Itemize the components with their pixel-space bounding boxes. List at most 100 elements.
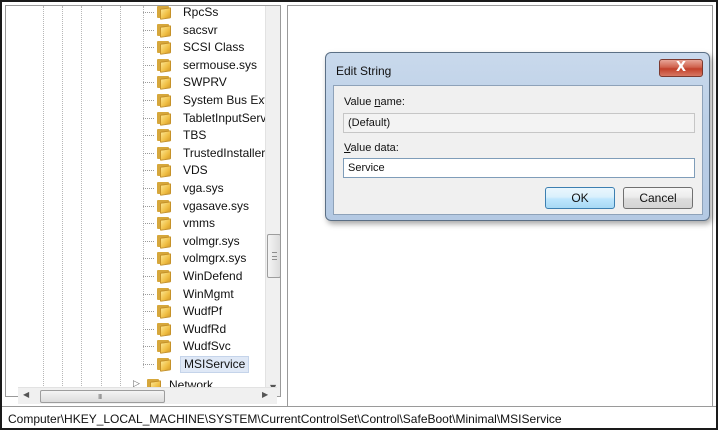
tree-item[interactable]: VDS xyxy=(6,162,266,179)
folder-icon xyxy=(156,181,172,196)
tree-connector xyxy=(143,170,154,171)
tree-item[interactable]: WinMgmt xyxy=(6,286,266,303)
folder-icon xyxy=(156,75,172,90)
folder-icon xyxy=(156,6,172,20)
tree-item[interactable]: volmgr.sys xyxy=(6,233,266,250)
scrollbar-thumb[interactable] xyxy=(267,234,280,278)
tree-item[interactable]: SWPRV xyxy=(6,74,266,91)
dialog-body: Value name: (Default) Value data: Servic… xyxy=(333,85,703,215)
tree-connector xyxy=(143,364,154,365)
tree-connector xyxy=(143,294,154,295)
tree-connector xyxy=(143,329,154,330)
tree-item-label: vgasave.sys xyxy=(183,199,250,213)
tree-item[interactable]: sermouse.sys xyxy=(6,57,266,74)
folder-icon xyxy=(156,287,172,302)
tree-item-label: TrustedInstaller xyxy=(183,146,266,160)
folder-icon xyxy=(156,339,172,354)
tree-connector xyxy=(143,223,154,224)
folder-icon xyxy=(156,128,172,143)
tree-item-label: SWPRV xyxy=(183,75,227,89)
tree-item-label: WudfSvc xyxy=(183,339,231,353)
scrollbar-thumb[interactable]: III xyxy=(40,390,165,403)
tree-connector xyxy=(143,82,154,83)
tree-item[interactable]: TrustedInstaller xyxy=(6,145,266,162)
folder-icon xyxy=(156,304,172,319)
tree-item[interactable]: vmms xyxy=(6,215,266,232)
tree-item-label: VDS xyxy=(183,163,208,177)
tree-item-label: WinMgmt xyxy=(183,287,234,301)
folder-icon xyxy=(156,357,172,372)
dialog-title: Edit String xyxy=(336,64,392,78)
tree-connector xyxy=(143,206,154,207)
tree-item-label: TabletInputServ xyxy=(183,111,267,125)
folder-icon xyxy=(156,234,172,249)
tree-item[interactable]: WudfPf xyxy=(6,303,266,320)
folder-icon xyxy=(156,23,172,38)
tree-connector xyxy=(143,153,154,154)
folder-icon xyxy=(156,146,172,161)
folder-icon xyxy=(156,111,172,126)
cancel-button[interactable]: Cancel xyxy=(623,187,693,209)
tree-item-label: sacsvr xyxy=(183,23,218,37)
tree-item[interactable]: sacsvr xyxy=(6,22,266,39)
tree-item[interactable]: System Bus Exte xyxy=(6,92,274,109)
close-icon: X xyxy=(675,60,687,75)
folder-icon xyxy=(156,58,172,73)
registry-tree[interactable]: RpcSs sacsvr SCSI Class sermouse.sys SWPRV Sy… xyxy=(5,5,281,397)
folder-icon xyxy=(156,199,172,214)
value-data-label: Value data: xyxy=(344,142,399,154)
tree-item[interactable]: WinDefend xyxy=(6,268,266,285)
tree-item[interactable]: WudfRd xyxy=(6,321,266,338)
tree-item-label: WudfPf xyxy=(183,304,223,318)
value-name-label: Value name: xyxy=(344,96,405,108)
tree-item-label: RpcSs xyxy=(183,5,219,19)
tree-connector xyxy=(143,135,154,136)
value-name-field: (Default) xyxy=(343,113,695,133)
folder-icon xyxy=(156,93,172,108)
scrollbar-grip: III xyxy=(98,393,102,401)
tree-connector xyxy=(143,258,154,259)
tree-connector xyxy=(143,30,154,31)
close-button[interactable]: X xyxy=(659,59,703,77)
tree-connector xyxy=(143,241,154,242)
folder-icon xyxy=(156,251,172,266)
tree-item-label: volmgr.sys xyxy=(183,234,240,248)
tree-item[interactable]: volmgrx.sys xyxy=(6,250,266,267)
tree-connector xyxy=(143,12,154,13)
ok-button[interactable]: OK xyxy=(545,187,615,209)
tree-connector xyxy=(143,100,154,101)
registry-editor-window: RpcSs sacsvr SCSI Class sermouse.sys SWPRV Sy… xyxy=(0,0,718,430)
folder-icon xyxy=(156,216,172,231)
tree-connector xyxy=(143,346,154,347)
registry-path: Computer\HKEY_LOCAL_MACHINE\SYSTEM\Curre… xyxy=(8,412,562,426)
tree-item-label: MSIService xyxy=(179,356,250,373)
tree-connector xyxy=(143,118,154,119)
tree-item[interactable]: vga.sys xyxy=(6,180,266,197)
scroll-right-arrow-icon[interactable]: ▶ xyxy=(262,390,268,399)
tree-item[interactable]: WudfSvc xyxy=(6,338,266,355)
tree-item[interactable]: TabletInputServ xyxy=(6,110,266,127)
tree-connector xyxy=(143,311,154,312)
tree-connector xyxy=(143,65,154,66)
tree-vertical-scrollbar[interactable]: ▼ xyxy=(265,6,280,396)
folder-icon xyxy=(156,322,172,337)
tree-item-label: vga.sys xyxy=(183,181,224,195)
folder-icon xyxy=(156,269,172,284)
folder-icon xyxy=(156,163,172,178)
tree-item-label: volmgrx.sys xyxy=(183,251,247,265)
tree-item[interactable]: MSIService xyxy=(6,356,266,373)
tree-item-label: sermouse.sys xyxy=(183,58,258,72)
tree-item-label: vmms xyxy=(183,216,215,230)
tree-item[interactable]: SCSI Class xyxy=(6,39,266,56)
tree-item-label: TBS xyxy=(183,128,207,142)
scroll-left-arrow-icon[interactable]: ◀ xyxy=(23,390,29,399)
tree-item[interactable]: RpcSs xyxy=(6,5,266,21)
folder-icon xyxy=(156,40,172,55)
tree-horizontal-scrollbar[interactable]: ◀ III ▶ xyxy=(18,387,277,404)
value-data-input[interactable]: Service xyxy=(343,158,695,178)
tree-item-label: WudfRd xyxy=(183,322,227,336)
tree-item[interactable]: TBS xyxy=(6,127,266,144)
tree-item[interactable]: vgasave.sys xyxy=(6,198,266,215)
status-bar: Computer\HKEY_LOCAL_MACHINE\SYSTEM\Curre… xyxy=(2,406,716,428)
tree-item-label: WinDefend xyxy=(183,269,243,283)
